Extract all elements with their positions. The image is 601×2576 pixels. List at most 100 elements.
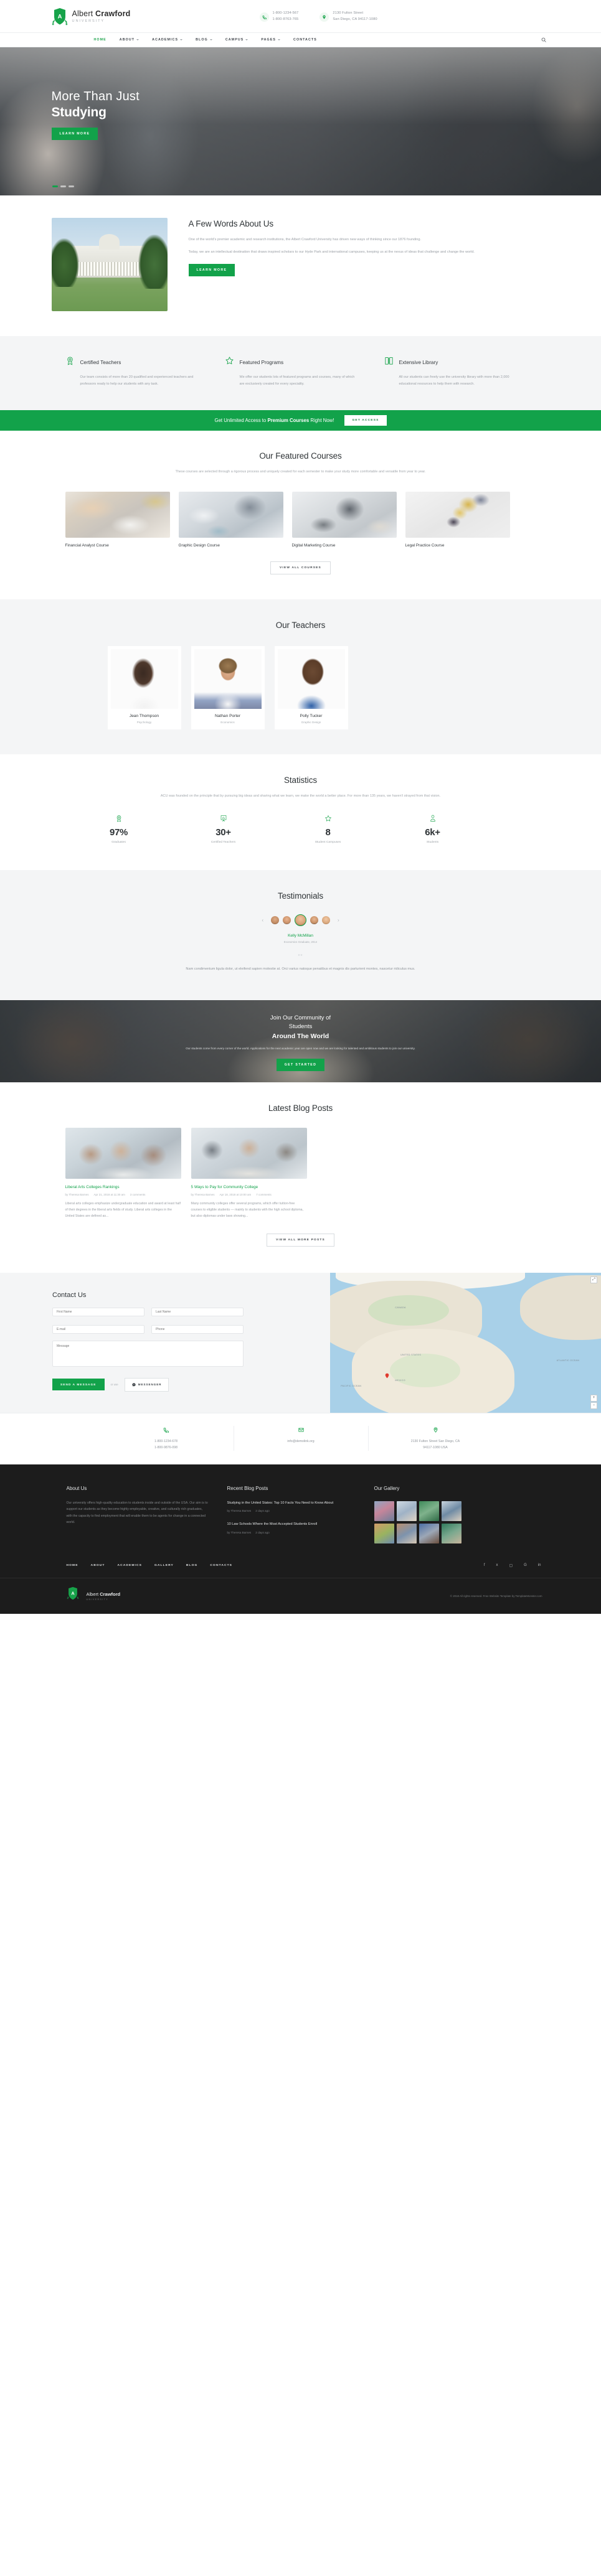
map-pin-icon[interactable]	[384, 1370, 390, 1379]
hero-learn-more-button[interactable]: LEARN MORE	[51, 128, 98, 140]
avatar[interactable]	[271, 916, 279, 924]
feature-certified-teachers: Certified Teachers Our team consists of …	[65, 356, 196, 388]
nav-item-campus[interactable]: CAMPUS	[225, 38, 248, 42]
footer-post-meta: by Theresa Barnes 2 days ago	[227, 1509, 270, 1513]
teacher-card[interactable]: Jean Thompson Psychology	[107, 646, 181, 729]
footer-nav-blog[interactable]: BLOG	[186, 1564, 198, 1567]
location-map[interactable]: CANADA UNITED STATES MEXICO ATLANTIC OCE…	[330, 1272, 601, 1413]
gallery-thumbnail[interactable]	[396, 1523, 417, 1543]
last-name-field[interactable]	[151, 1307, 244, 1316]
nav-item-about[interactable]: ABOUT	[120, 38, 140, 42]
teacher-name: Polly Tucker	[300, 714, 323, 718]
gallery-thumbnail[interactable]	[441, 1501, 461, 1521]
gallery-thumbnail[interactable]	[396, 1501, 417, 1521]
cta-get-access-button[interactable]: GET ACCESS	[344, 415, 387, 426]
gallery-thumbnail[interactable]	[419, 1501, 439, 1521]
blog-grid: Liberal Arts Colleges Rankings by Theres…	[52, 1128, 550, 1219]
send-message-button[interactable]: SEND A MESSAGE	[52, 1379, 105, 1391]
footer-post-item[interactable]: Studying in the United States: Top 10 Fa…	[227, 1500, 356, 1512]
blog-post-title[interactable]: 5 Ways to Pay for Community College	[191, 1185, 307, 1189]
teacher-card[interactable]: Polly Tucker Graphic Design	[274, 646, 348, 729]
facebook-icon[interactable]: f	[484, 1563, 485, 1568]
contact-email-text[interactable]: info@demolink.org	[238, 1438, 364, 1445]
map-label-atlantic-ocean: ATLANTIC OCEAN	[556, 1359, 580, 1362]
avatar[interactable]	[322, 916, 330, 924]
twitter-icon[interactable]: x	[496, 1563, 498, 1568]
map-landmass	[367, 1295, 450, 1326]
teachers-title: Our Teachers	[275, 621, 326, 630]
nav-item-pages[interactable]: PAGES	[261, 38, 281, 42]
community-line-3: Around The World	[272, 1032, 329, 1040]
feature-title: Featured Programs	[239, 359, 284, 365]
about-paragraph-1: One of the world's premier academic and …	[188, 238, 422, 241]
course-card[interactable]: Digital Marketing Course	[291, 492, 397, 548]
footer-post-item[interactable]: 10 Law Schools Where the Most Accepted S…	[227, 1521, 356, 1534]
community-get-started-button[interactable]: GET STARTED	[276, 1058, 325, 1071]
stat-label: Students	[426, 841, 439, 844]
pin-icon	[372, 1426, 499, 1434]
map-fullscreen-button[interactable]: ⤢	[590, 1276, 597, 1283]
course-card[interactable]: Legal Practice Course	[405, 492, 510, 548]
footer-about-text: Our university offers high-quality educa…	[66, 1501, 208, 1525]
messenger-button[interactable]: MESSENGER	[124, 1377, 169, 1392]
footer-nav-about[interactable]: ABOUT	[91, 1564, 105, 1567]
linkedin-icon[interactable]: in	[538, 1563, 541, 1568]
statistics-subtitle: ACU was founded on the principle that by…	[160, 794, 441, 798]
gallery-thumbnail[interactable]	[374, 1523, 394, 1543]
board-icon	[171, 813, 276, 823]
carousel-dot-3[interactable]	[69, 185, 74, 187]
logo-subtitle: UNIVERSITY	[72, 19, 105, 23]
nav-item-home[interactable]: HOME	[94, 38, 106, 42]
nav-item-contacts[interactable]: CONTACTS	[293, 38, 317, 42]
google-plus-icon[interactable]: G	[524, 1563, 527, 1568]
view-all-courses-button[interactable]: VIEW ALL COURSES	[270, 561, 331, 574]
footer-nav-contacts[interactable]: CONTACTS	[210, 1564, 232, 1567]
header-phone-block: 1-800-1234-567 1-800-8763-765	[259, 11, 299, 23]
instagram-icon[interactable]: ▢	[509, 1563, 513, 1568]
about-learn-more-button[interactable]: LEARN MORE	[188, 263, 235, 276]
email-field[interactable]	[52, 1324, 144, 1334]
carousel-next-button[interactable]: ›	[334, 917, 343, 923]
contact-phone-block: 1-800-1234-678 1-800-9876-098	[99, 1426, 234, 1451]
avatar[interactable]	[283, 916, 291, 924]
award-icon	[67, 813, 171, 823]
header-address-1: 2130 Fulton Street	[333, 11, 364, 16]
search-icon[interactable]	[541, 34, 546, 45]
gallery-thumbnail[interactable]	[419, 1523, 439, 1543]
site-logo[interactable]: A Albert Crawford UNIVERSITY	[52, 7, 239, 27]
footer-blog-title: Recent Blog Posts	[227, 1485, 268, 1491]
star-icon	[225, 356, 234, 368]
footer-nav-gallery[interactable]: GALLERY	[154, 1564, 174, 1567]
nav-item-academics[interactable]: ACADEMICS	[152, 38, 183, 42]
footer-nav-academics[interactable]: ACADEMICS	[117, 1564, 142, 1567]
message-field[interactable]	[52, 1340, 244, 1367]
teacher-card[interactable]: Nathan Porter Economics	[191, 646, 265, 729]
phone-field[interactable]	[151, 1324, 244, 1334]
footer-post-title[interactable]: Studying in the United States: Top 10 Fa…	[227, 1500, 356, 1506]
footer-nav-home[interactable]: HOME	[67, 1564, 78, 1567]
teachers-grid: Jean Thompson Psychology Nathan Porter E…	[52, 646, 550, 729]
gallery-thumbnail[interactable]	[374, 1501, 394, 1521]
hero-carousel-dots[interactable]	[52, 185, 74, 187]
course-card[interactable]: Graphic Design Course	[178, 492, 283, 548]
carousel-dot-2[interactable]	[60, 185, 66, 187]
nav-item-blog[interactable]: BLOG	[196, 38, 212, 42]
gallery-thumbnail[interactable]	[441, 1523, 461, 1543]
map-zoom-in-button[interactable]: +	[590, 1394, 597, 1402]
avatar[interactable]	[310, 916, 318, 924]
course-card[interactable]: Financial Analyst Course	[65, 492, 170, 548]
map-zoom-out-button[interactable]: −	[590, 1402, 597, 1409]
first-name-field[interactable]	[52, 1307, 144, 1316]
blog-post-card[interactable]: Liberal Arts Colleges Rankings by Theres…	[65, 1128, 181, 1219]
footer-logo[interactable]: A Albert Crawford UNIVERSITY	[67, 1586, 120, 1606]
avatar-active[interactable]	[295, 914, 306, 926]
teacher-role: Graphic Design	[301, 721, 321, 724]
carousel-prev-button[interactable]: ‹	[258, 917, 267, 923]
stat-label: Certified Teachers	[211, 841, 236, 844]
footer-post-title[interactable]: 10 Law Schools Where the Most Accepted S…	[227, 1521, 356, 1527]
view-all-posts-button[interactable]: VIEW ALL MORE POSTS	[267, 1233, 334, 1247]
blog-post-card[interactable]: 5 Ways to Pay for Community College by T…	[191, 1128, 307, 1219]
carousel-dot-1[interactable]	[52, 185, 58, 187]
blog-post-image	[191, 1128, 307, 1179]
blog-post-title[interactable]: Liberal Arts Colleges Rankings	[65, 1185, 181, 1189]
